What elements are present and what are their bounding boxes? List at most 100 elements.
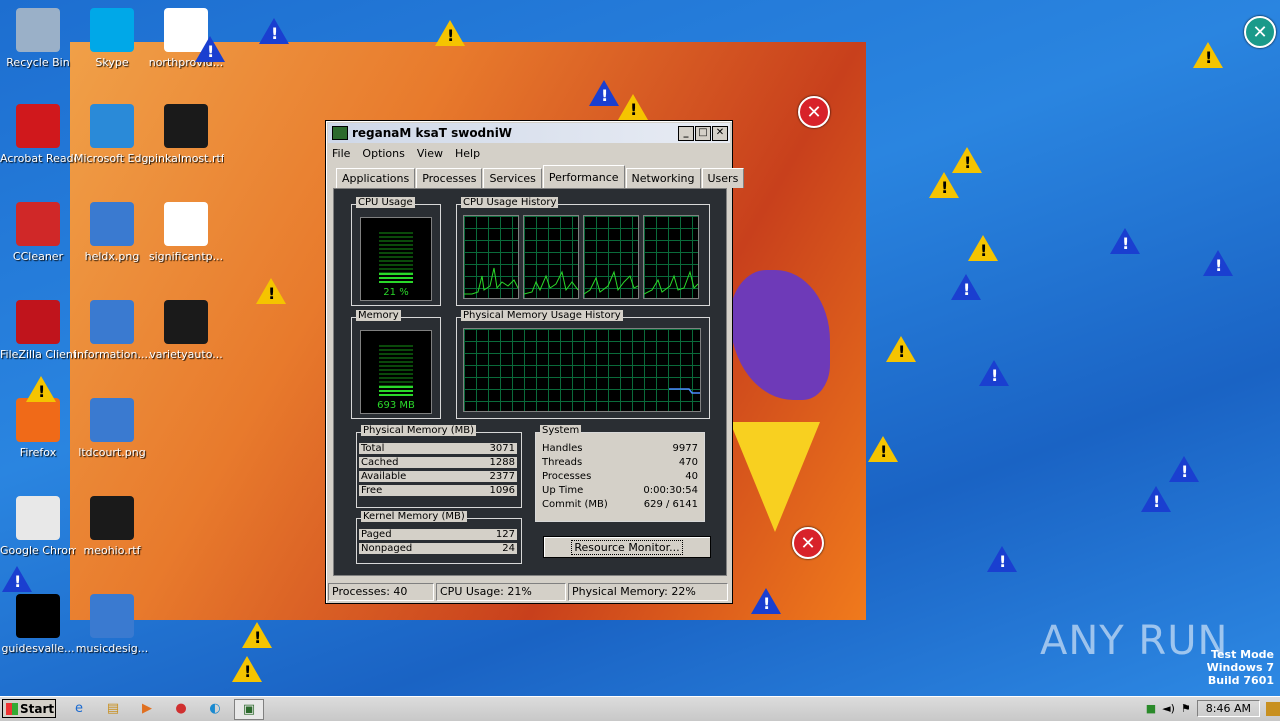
minimize-button[interactable]: _ [678,125,694,141]
desktop-icon-label: information.... [74,348,150,361]
warning-icon[interactable] [951,274,981,300]
tab-performance[interactable]: Performance [542,165,625,188]
file-icon [164,202,208,246]
task-manager-taskbar-button[interactable]: ▣ [234,699,264,720]
stat-label: Handles [540,442,610,454]
warning-icon[interactable] [259,18,289,44]
warning-icon[interactable] [195,36,225,62]
stat-value: 0:00:30:54 [612,484,700,496]
desktop-icon-label: Skype [95,56,129,69]
warning-icon[interactable] [1141,486,1171,512]
desktop-icon[interactable]: Skype [74,8,150,69]
desktop-icon-label: meohio.rtf [83,544,141,557]
stat-row: Total 3071 [359,441,517,455]
kernel-memory-table: Paged 127 Nonpaged 24 [359,527,517,555]
ie-icon[interactable]: e [68,699,90,718]
warning-icon[interactable] [1169,456,1199,482]
start-button[interactable]: Start [2,699,56,718]
volume-icon[interactable]: ◄) [1162,702,1175,715]
explorer-icon[interactable]: ▤ [102,699,124,718]
start-label: Start [20,701,55,716]
warning-icon[interactable] [232,656,262,682]
tab-services[interactable]: Services [483,168,542,188]
cpu-history-graph [463,215,519,299]
show-desktop-icon[interactable] [1266,701,1280,716]
desktop-icon[interactable]: Microsoft Edge [74,104,150,165]
windows-flag-icon [6,702,18,715]
warning-icon[interactable] [868,436,898,462]
clock[interactable]: 8:46 AM [1196,700,1260,717]
warning-icon[interactable] [589,80,619,106]
wallpaper-shape [730,422,820,532]
desktop-icon[interactable]: Acrobat Reader DC [0,104,76,165]
stat-row: Free 1096 [359,483,517,497]
warning-icon[interactable] [2,566,32,592]
maximize-button[interactable]: □ [695,125,711,141]
warning-icon[interactable] [256,278,286,304]
tab-users[interactable]: Users [701,168,745,188]
memory-group: Memory 693 MB [351,310,441,419]
tab-networking[interactable]: Networking [625,168,701,188]
warning-icon[interactable] [242,622,272,648]
build-line: Build 7601 [1207,674,1274,687]
resource-monitor-button[interactable]: Resource Monitor... [543,536,711,558]
menu-help[interactable]: Help [455,147,480,160]
menu-options[interactable]: Options [362,147,404,160]
task-manager-window[interactable]: reganaM ksaT swodniW _ □ ✕ File Options … [325,120,745,604]
edge-icon[interactable]: ◐ [204,699,226,718]
error-icon[interactable]: ✕ [792,527,824,559]
warning-icon[interactable] [929,172,959,198]
media-player-icon[interactable]: ▶ [136,699,158,718]
physical-memory-label: Physical Memory (MB) [361,425,476,436]
warning-icon[interactable] [1193,42,1223,68]
stat-label: Nonpaged [359,542,429,554]
desktop-icon[interactable]: Google Chrome [0,496,76,557]
chrome-icon[interactable]: ● [170,699,192,718]
stat-value: 3071 [429,442,517,454]
cpu-usage-label: CPU Usage [356,197,415,208]
warning-icon[interactable] [751,588,781,614]
desktop-icon[interactable]: pinkalmost.rtf [148,104,224,165]
error-icon[interactable]: ✕ [798,96,830,128]
cpu-usage-meter: 21 % [360,217,432,301]
menu-view[interactable]: View [417,147,443,160]
warning-icon[interactable] [26,376,56,402]
desktop-icon-label: musicdesig... [75,642,149,655]
desktop-icon[interactable]: meohio.rtf [74,496,150,557]
tab-applications[interactable]: Applications [336,168,416,188]
menu-file[interactable]: File [332,147,350,160]
warning-icon[interactable] [952,147,982,173]
desktop-icon[interactable]: heldx.png [74,202,150,263]
resource-monitor-label: Resource Monitor... [571,539,683,555]
desktop-icon[interactable]: ltdcourt.png [74,398,150,459]
skype-icon [90,8,134,52]
desktop-icon[interactable]: Recycle Bin [0,8,76,69]
tab-processes[interactable]: Processes [416,168,483,188]
warning-icon[interactable] [618,94,648,120]
title-bar[interactable]: reganaM ksaT swodniW _ □ ✕ [328,123,730,143]
system-table: Handles 9977 Threads 470 Processes 40 Up Time 0… [540,441,700,511]
desktop-icon[interactable]: varietyauto... [148,300,224,361]
network-icon[interactable]: ■ [1146,702,1156,715]
desktop-icon[interactable]: CCleaner [0,202,76,263]
desktop-icon[interactable]: significantp... [148,202,224,263]
desktop-icon[interactable]: musicdesig... [74,594,150,655]
stat-label: Paged [359,528,429,540]
desktop-icon[interactable]: Firefox [0,398,76,459]
warning-icon[interactable] [968,235,998,261]
error-icon[interactable]: ✕ [1244,16,1276,48]
cpu-usage-group: CPU Usage 21 % [351,197,441,306]
stat-value: 9977 [612,442,700,454]
desktop-icon[interactable]: information.... [74,300,150,361]
warning-icon[interactable] [435,20,465,46]
warning-icon[interactable] [987,546,1017,572]
warning-icon[interactable] [979,360,1009,386]
warning-icon[interactable] [886,336,916,362]
close-button[interactable]: ✕ [712,125,728,141]
desktop-icon[interactable]: FileZilla Client [0,300,76,361]
warning-icon[interactable] [1110,228,1140,254]
warning-icon[interactable] [1203,250,1233,276]
flag-icon[interactable]: ⚑ [1181,702,1191,715]
stat-row: Nonpaged 24 [359,541,517,555]
desktop-icon[interactable]: guidesvalle... [0,594,76,655]
